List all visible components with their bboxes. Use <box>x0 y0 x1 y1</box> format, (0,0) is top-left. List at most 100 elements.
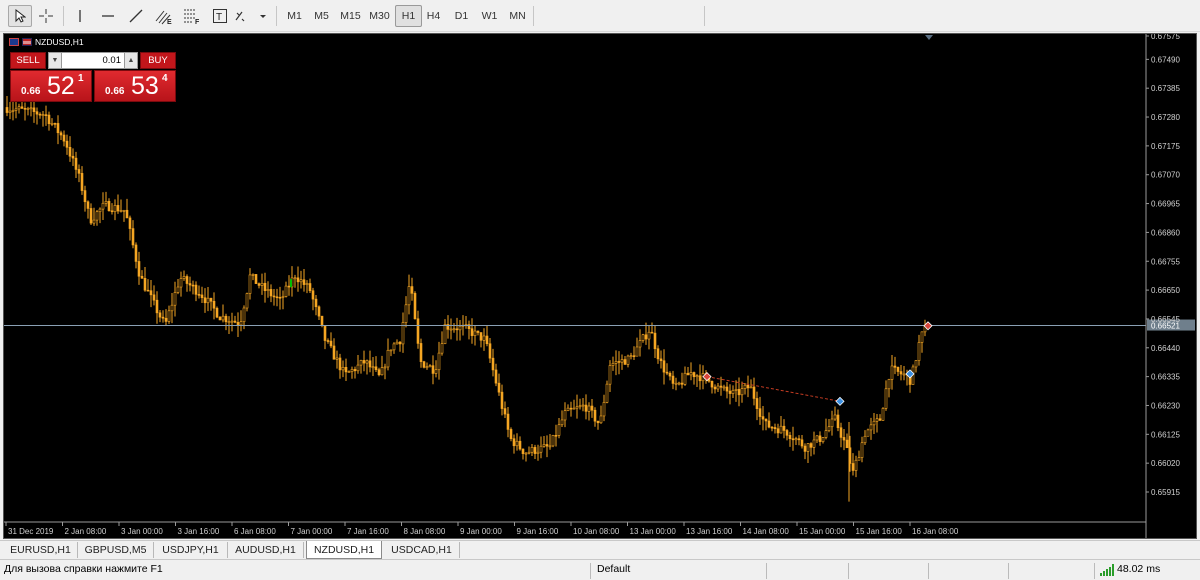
candle-body <box>806 443 810 452</box>
candle-body <box>509 429 513 439</box>
candle-body <box>113 205 117 212</box>
lot-increase-button[interactable]: ▲ <box>124 52 138 69</box>
candle-body <box>182 276 186 279</box>
candle-body <box>521 448 525 454</box>
candle-body <box>737 389 741 396</box>
candle-body <box>797 438 801 441</box>
candle-body <box>515 440 519 447</box>
shapes-icon[interactable] <box>232 5 268 27</box>
candle-body <box>368 360 372 368</box>
candle-body <box>854 459 858 471</box>
vertical-line-icon[interactable] <box>68 5 92 27</box>
tab-eurusd[interactable]: EURUSD,H1 <box>4 542 78 558</box>
candle-body <box>698 375 702 382</box>
lot-decrease-button[interactable]: ▼ <box>48 52 62 69</box>
candle-body <box>386 349 390 368</box>
price-label: 0.66860 <box>1151 228 1180 237</box>
buy-button[interactable]: BUY <box>140 52 176 69</box>
candle-body <box>8 110 12 113</box>
timeframe-h1[interactable]: H1 <box>395 5 422 27</box>
candle-body <box>185 276 189 284</box>
candle-body <box>71 155 75 159</box>
candle-body <box>776 428 780 434</box>
candle-body <box>794 438 798 441</box>
price-label: 0.67575 <box>1151 34 1180 41</box>
price-label: 0.65915 <box>1151 488 1180 497</box>
candle-body <box>119 210 123 212</box>
timeframe-h4[interactable]: H4 <box>420 5 447 27</box>
candle-body <box>356 364 360 372</box>
candle-body <box>77 169 81 174</box>
candle-body <box>503 408 507 415</box>
tab-audusd[interactable]: AUDUSD,H1 <box>228 542 304 558</box>
candle-body <box>539 445 543 453</box>
us-flag-icon <box>22 38 32 46</box>
horizontal-line-icon[interactable] <box>96 5 120 27</box>
cursor-icon[interactable] <box>8 5 32 27</box>
candle-body <box>548 445 552 448</box>
price-label: 0.67070 <box>1151 171 1180 180</box>
candle-body <box>359 360 363 366</box>
text-label-icon[interactable]: T <box>208 5 232 27</box>
price-chart[interactable]: 0.66521 0.675750.674900.673850.672800.67… <box>4 34 1196 538</box>
tab-nzdusd[interactable]: NZDUSD,H1 <box>306 541 382 559</box>
candle-body <box>596 420 600 424</box>
price-label: 0.67175 <box>1151 142 1180 151</box>
equidistant-channel-icon[interactable]: E <box>152 5 176 27</box>
time-label: 15 Jan 16:00 <box>856 527 903 536</box>
timeframe-m30[interactable]: M30 <box>365 5 394 27</box>
candle-body <box>431 365 435 374</box>
candle-body <box>470 328 474 336</box>
candle-body <box>533 447 537 454</box>
timeframe-m1[interactable]: M1 <box>281 5 308 27</box>
candle-body <box>641 334 645 341</box>
timeframe-m15[interactable]: M15 <box>336 5 365 27</box>
candle-body <box>179 278 183 288</box>
sell-button[interactable]: SELL <box>10 52 46 69</box>
candle-body <box>653 332 657 350</box>
candle-body <box>545 444 549 447</box>
crosshair-icon[interactable] <box>34 5 58 27</box>
tab-usdcad[interactable]: USDCAD,H1 <box>384 542 460 558</box>
chart-window[interactable]: 0.66521 0.67575 0.67490 0.67385 0.67280 0.67… <box>3 33 1197 539</box>
trend-line-icon[interactable] <box>124 5 148 27</box>
candle-body <box>491 357 495 371</box>
timeframe-w1[interactable]: W1 <box>476 5 503 27</box>
candle-body <box>881 408 885 421</box>
candle-body <box>887 379 891 390</box>
candle-body <box>845 439 849 449</box>
candle-body <box>230 320 234 323</box>
timeframe-mn[interactable]: MN <box>504 5 531 27</box>
tab-gbpusd[interactable]: GBPUSD,M5 <box>78 542 154 558</box>
toolbar-separator <box>533 6 534 26</box>
candle-body <box>635 346 639 357</box>
candle-body <box>143 278 147 291</box>
candle-body <box>224 315 228 323</box>
candle-body <box>272 295 276 298</box>
candle-body <box>251 274 255 276</box>
timeframe-d1[interactable]: D1 <box>448 5 475 27</box>
candle-body <box>245 293 249 309</box>
profile-name[interactable]: Default <box>597 563 630 575</box>
candle-body <box>863 435 867 444</box>
candle-body <box>380 367 384 376</box>
status-bar: Для вызова справки нажмите F1 Default 48… <box>0 559 1200 580</box>
candle-body <box>86 201 90 209</box>
chevron-down-icon: ▼ <box>51 57 59 64</box>
fibonacci-icon[interactable]: F <box>180 5 204 27</box>
candle-body <box>779 425 783 434</box>
candle-body <box>725 386 729 392</box>
candle-body <box>452 328 456 331</box>
candle-body <box>266 289 270 292</box>
candle-body <box>350 369 354 372</box>
price-label: 0.66125 <box>1151 430 1180 439</box>
candle-body <box>188 283 192 286</box>
buy-price-button[interactable]: 0.66 53 4 <box>94 70 176 102</box>
help-hint: Для вызова справки нажмите F1 <box>4 563 163 575</box>
candle-body <box>743 384 747 389</box>
timeframe-m5[interactable]: M5 <box>308 5 335 27</box>
tab-usdjpy[interactable]: USDJPY,H1 <box>154 542 228 558</box>
candle-body <box>443 324 447 344</box>
sell-price-button[interactable]: 0.66 52 1 <box>10 70 92 102</box>
candle-body <box>152 294 156 301</box>
